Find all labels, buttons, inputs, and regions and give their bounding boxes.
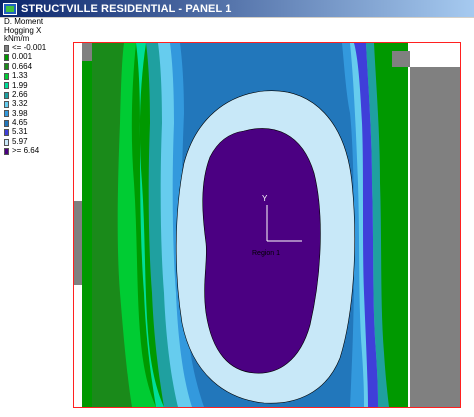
legend-label: <= -0.001 — [12, 42, 47, 52]
legend-row: 3.32 — [4, 100, 68, 109]
window-title: STRUCTVILLE RESIDENTIAL - PANEL 1 — [21, 2, 232, 15]
legend-row: 1.33 — [4, 72, 68, 81]
legend-items: <= -0.001 0.001 0.664 1.33 1.99 2.66 3.32 3.98 4… — [4, 42, 68, 157]
legend-row: 5.31 — [4, 128, 68, 137]
legend-label: 3.98 — [12, 108, 28, 118]
contour-legend: D. Moment Hogging X kNm/m <= -0.001 0.001… — [4, 17, 68, 157]
legend-title: D. Moment Hogging X kNm/m — [4, 17, 68, 44]
legend-row: 0.001 — [4, 53, 68, 62]
legend-swatch — [4, 54, 9, 62]
legend-swatch — [4, 82, 9, 90]
legend-swatch — [4, 119, 9, 127]
legend-swatch — [4, 110, 9, 118]
axis-y-label: Y — [262, 194, 268, 203]
contour-plot-svg: Y Region 1 — [74, 43, 460, 407]
gray-zone-right — [410, 67, 460, 407]
gray-zone-left-top — [82, 43, 92, 61]
legend-label: 0.001 — [12, 52, 33, 62]
legend-label: 2.66 — [12, 89, 28, 99]
gray-zone-left-mid — [74, 201, 82, 285]
legend-swatch — [4, 101, 9, 109]
title-bar[interactable]: STRUCTVILLE RESIDENTIAL - PANEL 1 — [0, 0, 474, 17]
legend-swatch — [4, 63, 9, 71]
legend-label: 0.664 — [12, 61, 33, 71]
legend-label: 5.97 — [12, 136, 28, 146]
window-icon — [3, 2, 17, 15]
legend-swatch — [4, 129, 9, 137]
application-window: STRUCTVILLE RESIDENTIAL - PANEL 1 D. Mom… — [0, 0, 474, 417]
legend-label: 5.31 — [12, 127, 28, 137]
legend-label: 4.65 — [12, 118, 28, 128]
legend-swatch — [4, 91, 9, 99]
legend-swatch — [4, 72, 9, 80]
legend-label: 1.99 — [12, 80, 28, 90]
region-label: Region 1 — [252, 250, 280, 257]
client-area: D. Moment Hogging X kNm/m <= -0.001 0.001… — [0, 17, 474, 417]
contour-plot[interactable]: Y Region 1 — [73, 42, 461, 408]
legend-label: 3.32 — [12, 99, 28, 109]
legend-row: >= 6.64 — [4, 147, 68, 156]
legend-swatch — [4, 138, 9, 146]
legend-label: >= 6.64 — [12, 146, 40, 156]
gray-notch-right — [392, 51, 410, 67]
legend-label: 1.33 — [12, 71, 28, 81]
legend-swatch — [4, 44, 9, 52]
legend-swatch — [4, 147, 9, 155]
